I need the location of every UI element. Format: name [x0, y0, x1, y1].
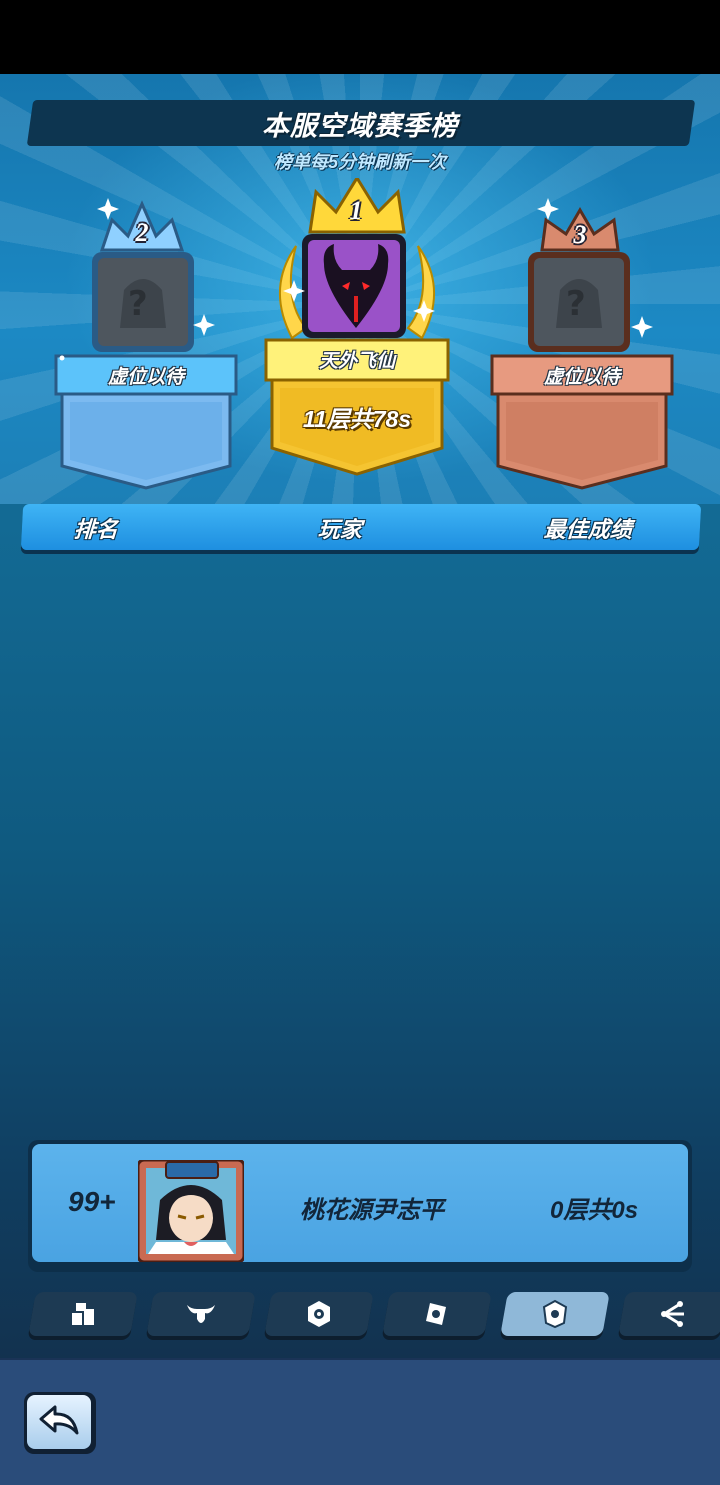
- my-rank-row-body: 99+ 桃花源尹志平 0层共0s: [32, 1144, 688, 1264]
- tab-shield[interactable]: [264, 1292, 374, 1336]
- back-button-face: [27, 1395, 91, 1449]
- back-button[interactable]: [24, 1392, 96, 1454]
- table-header: 排名 玩家 最佳成绩: [20, 504, 702, 550]
- tab-bull[interactable]: [146, 1292, 256, 1336]
- tab-card[interactable]: [382, 1292, 492, 1336]
- nodes-icon: [661, 1301, 684, 1327]
- shield-icon: [308, 1301, 330, 1327]
- card-icon: [426, 1303, 446, 1325]
- back-arrow-icon: [39, 1405, 79, 1435]
- blocks-icon: [72, 1303, 94, 1325]
- category-tabs: [0, 1292, 720, 1344]
- bull-horns-icon: [187, 1305, 215, 1323]
- tab-blocks[interactable]: [28, 1292, 138, 1336]
- tab-card-active[interactable]: [500, 1292, 610, 1336]
- card-icon: [542, 1299, 568, 1329]
- sparkle-decoration: [59, 198, 653, 361]
- my-rank: 99+: [68, 1186, 116, 1217]
- header-player: 玩家: [317, 517, 363, 542]
- refresh-note: 榜单每5分钟刷新一次: [273, 152, 446, 172]
- header-rank: 排名: [73, 517, 119, 542]
- status-bar: [0, 0, 720, 74]
- bottom-bar: [0, 1358, 720, 1485]
- page-title: 本服空域赛季榜: [262, 111, 458, 141]
- rank-1-score: 11层共78s: [302, 406, 412, 432]
- header-best-score: 最佳成绩: [543, 517, 633, 542]
- leaderboard-panel: 本服空域赛季榜 榜单每5分钟刷新一次 ? 2 虚位以待 1 天外飞仙 11层共7…: [0, 74, 720, 1358]
- my-player-name: 桃花源尹志平: [300, 1197, 444, 1224]
- my-best-score: 0层共0s: [550, 1197, 639, 1224]
- player-avatar[interactable]: [136, 1158, 246, 1264]
- tab-nodes[interactable]: [618, 1292, 720, 1336]
- my-rank-row[interactable]: 99+ 桃花源尹志平 0层共0s: [28, 1140, 692, 1272]
